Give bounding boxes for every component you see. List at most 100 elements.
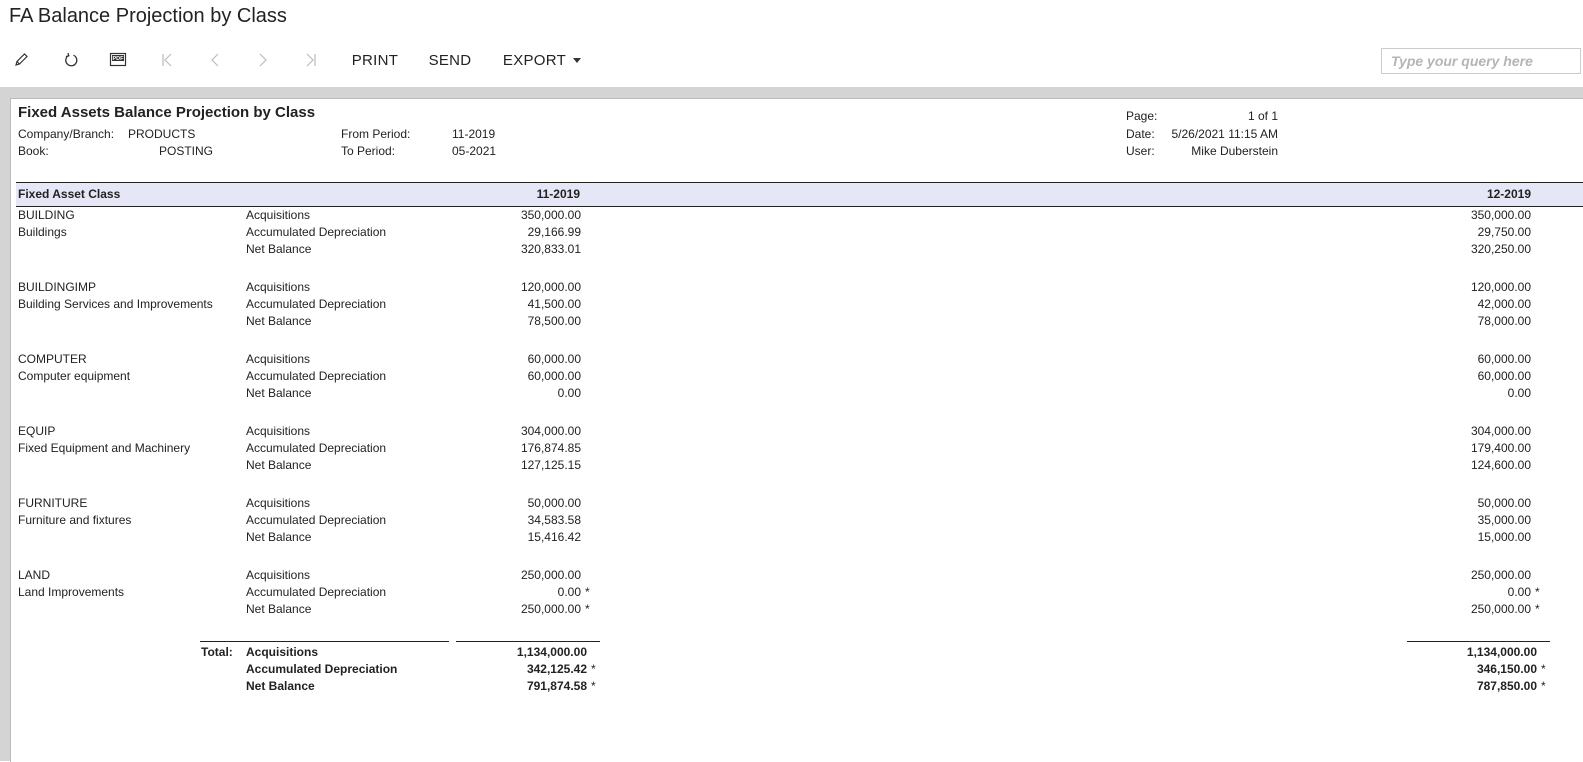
value-period-1: 0.00 [557,386,581,400]
edit-button[interactable] [8,42,34,78]
row-label: Acquisitions [246,568,311,582]
value-period-1: 120,000.00 [520,280,581,294]
search-input[interactable] [1381,48,1581,74]
class-description: Building Services and Improvements [18,297,213,311]
total-value-period-2: 787,850.00 [1476,679,1537,693]
book-value: POSTING [159,144,214,158]
value-period-1: 176,874.85 [520,441,581,455]
value-period-1: 0.00 [557,585,581,599]
value-period-1: 304,000.00 [520,424,581,438]
total-value-period-1: 1,134,000.00 [516,645,587,659]
value-period-2: 35,000.00 [1477,513,1531,527]
total-rule-period-1 [456,641,600,642]
class-code: BUILDING [18,208,75,222]
to-period-value: 05-2021 [452,144,497,158]
row-label: Accumulated Depreciation [246,225,387,239]
column-header-class: Fixed Asset Class [18,187,121,201]
class-code: LAND [18,568,51,582]
row-label: Net Balance [246,530,312,544]
pdf-button[interactable]: PDF [104,42,132,78]
book-label: Book: [18,144,49,158]
total-value-period-1: 791,874.58 [526,679,587,693]
print-label: PRINT [351,51,399,69]
row-label: Accumulated Depreciation [246,513,387,527]
class-description: Land Improvements [18,585,125,599]
from-period-label: From Period: [341,127,411,141]
value-period-1: 350,000.00 [520,208,581,222]
export-label: EXPORT [502,51,567,69]
to-period-label: To Period: [341,144,396,158]
value-period-1: 29,166.99 [527,225,581,239]
class-description: Furniture and fixtures [18,513,132,527]
export-button[interactable]: EXPORT [496,42,588,78]
value-period-1: 250,000.00 [520,568,581,582]
total-value-period-2: 346,150.00 [1476,662,1537,676]
page-value: 1 of 1 [1247,109,1278,123]
value-period-2: 29,750.00 [1477,225,1531,239]
row-label: Net Balance [246,386,312,400]
send-label: SEND [428,51,472,69]
value-period-2: 60,000.00 [1477,352,1531,366]
value-period-2: 15,000.00 [1477,530,1531,544]
value-period-2: 350,000.00 [1470,208,1531,222]
value-period-2: 250,000.00 [1470,568,1531,582]
first-page-icon [159,52,175,68]
estimate-mark: * [591,662,596,676]
value-period-1: 34,583.58 [527,513,581,527]
last-page-icon [303,52,319,68]
value-period-2: 124,600.00 [1470,458,1531,472]
value-period-2: 0.00 [1507,585,1531,599]
value-period-2: 78,000.00 [1477,314,1531,328]
value-period-1: 60,000.00 [527,369,581,383]
estimate-mark: * [591,679,596,693]
column-header-bar [16,182,1583,207]
toolbar: PDF PRINT SEND EXPORT [0,42,1583,78]
value-period-2: 50,000.00 [1477,496,1531,510]
value-period-1: 127,125.15 [520,458,581,472]
value-period-2: 120,000.00 [1470,280,1531,294]
column-header-period-1: 11-2019 [536,187,580,201]
row-label: Accumulated Depreciation [246,297,387,311]
row-label: Accumulated Depreciation [246,585,387,599]
previous-page-button[interactable] [202,42,228,78]
next-page-icon [255,52,271,68]
value-period-2: 320,250.00 [1470,242,1531,256]
value-period-1: 78,500.00 [527,314,581,328]
previous-page-icon [207,52,223,68]
total-rule-period-2 [1407,641,1550,642]
pencil-icon [13,52,29,68]
total-label: Total: [201,645,233,659]
total-row-label: Net Balance [246,679,315,693]
send-button[interactable]: SEND [422,42,478,78]
column-header-period-2: 12-2019 [1486,187,1531,201]
row-label: Net Balance [246,602,312,616]
value-period-2: 250,000.00 [1470,602,1531,616]
next-page-button[interactable] [250,42,276,78]
class-code: BUILDINGIMP [18,280,97,294]
row-label: Acquisitions [246,280,311,294]
estimate-mark: * [585,602,590,616]
estimate-mark: * [1541,679,1546,693]
estimate-mark: * [585,585,590,599]
total-row-label: Acquisitions [246,645,319,659]
class-description: Buildings [18,225,67,239]
page-label: Page: [1126,109,1158,123]
caret-down-icon [573,57,582,63]
row-label: Acquisitions [246,496,311,510]
class-code: FURNITURE [18,496,88,510]
print-button[interactable]: PRINT [344,42,406,78]
class-code: EQUIP [18,424,56,438]
last-page-button[interactable] [298,42,324,78]
class-description: Computer equipment [18,369,131,383]
value-period-1: 15,416.42 [527,530,581,544]
date-label: Date: [1126,127,1155,141]
estimate-mark: * [1541,662,1546,676]
first-page-button[interactable] [154,42,180,78]
date-value: 5/26/2021 11:15 AM [1171,127,1278,141]
value-period-1: 250,000.00 [520,602,581,616]
value-period-2: 304,000.00 [1470,424,1531,438]
class-description: Fixed Equipment and Machinery [18,441,191,455]
pdf-icon: PDF [109,52,127,68]
refresh-button[interactable] [58,42,84,78]
value-period-2: 0.00 [1507,386,1531,400]
